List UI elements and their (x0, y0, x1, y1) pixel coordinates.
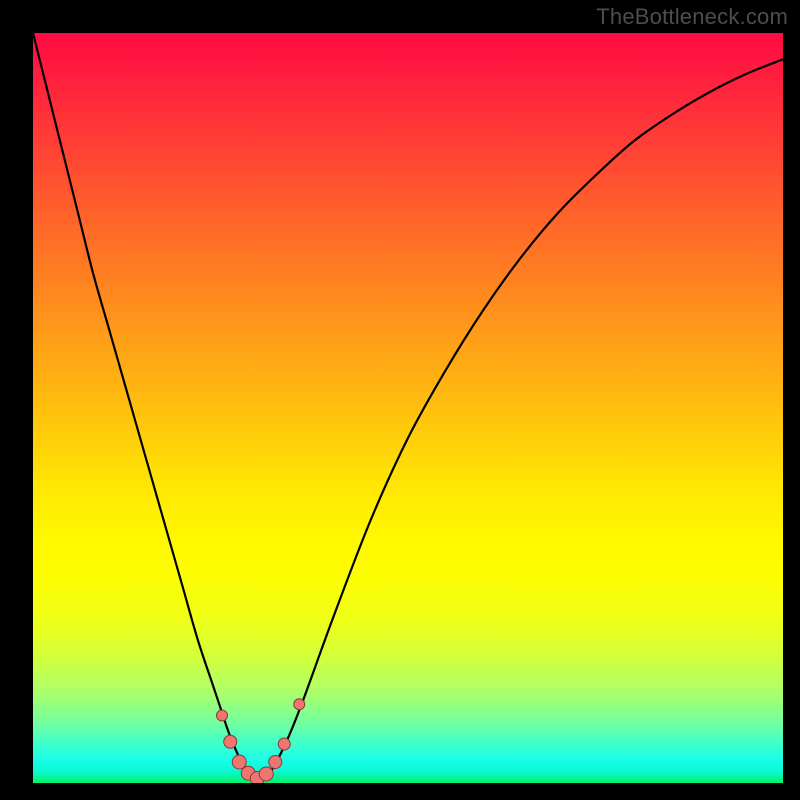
curve-marker (224, 735, 237, 748)
plot-area (33, 33, 783, 783)
curve-marker (259, 767, 273, 781)
curve-marker (232, 755, 246, 769)
curve-marker (269, 756, 282, 769)
curve-marker (217, 710, 228, 721)
curve-markers (217, 699, 305, 783)
chart-frame: TheBottleneck.com (0, 0, 800, 800)
curve-layer (33, 33, 783, 783)
watermark-text: TheBottleneck.com (596, 4, 788, 30)
curve-marker (278, 738, 290, 750)
bottleneck-curve (33, 33, 783, 780)
curve-marker (294, 699, 305, 710)
